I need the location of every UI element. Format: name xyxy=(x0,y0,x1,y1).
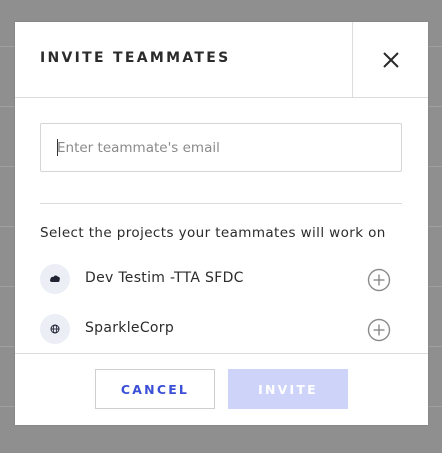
project-item: SparkleCorp xyxy=(15,307,428,347)
globe-icon xyxy=(50,324,60,334)
invite-button[interactable]: INVITE xyxy=(228,369,348,409)
project-list[interactable]: Dev Testim -TTA SFDC SparkleCorp xyxy=(15,257,428,354)
invite-teammates-modal: INVITE TEAMMATES Select the projects you… xyxy=(15,22,428,425)
project-item: Dev Testim -TTA SFDC xyxy=(15,257,428,297)
add-project-button[interactable] xyxy=(367,268,391,292)
projects-label: Select the projects your teammates will … xyxy=(40,225,386,241)
add-project-button[interactable] xyxy=(367,318,391,342)
project-avatar xyxy=(40,314,70,344)
modal-title: INVITE TEAMMATES xyxy=(40,50,231,66)
project-name: Dev Testim -TTA SFDC xyxy=(85,270,244,286)
close-icon xyxy=(382,51,399,68)
cloud-icon xyxy=(50,275,60,282)
close-button[interactable] xyxy=(352,22,428,97)
modal-footer: CANCEL INVITE xyxy=(15,353,428,425)
project-name: SparkleCorp xyxy=(85,320,175,336)
modal-header: INVITE TEAMMATES xyxy=(15,22,428,98)
cancel-button[interactable]: CANCEL xyxy=(95,369,215,409)
text-caret xyxy=(57,139,58,156)
project-avatar xyxy=(40,264,70,294)
divider xyxy=(40,203,402,204)
email-field[interactable] xyxy=(40,123,402,172)
